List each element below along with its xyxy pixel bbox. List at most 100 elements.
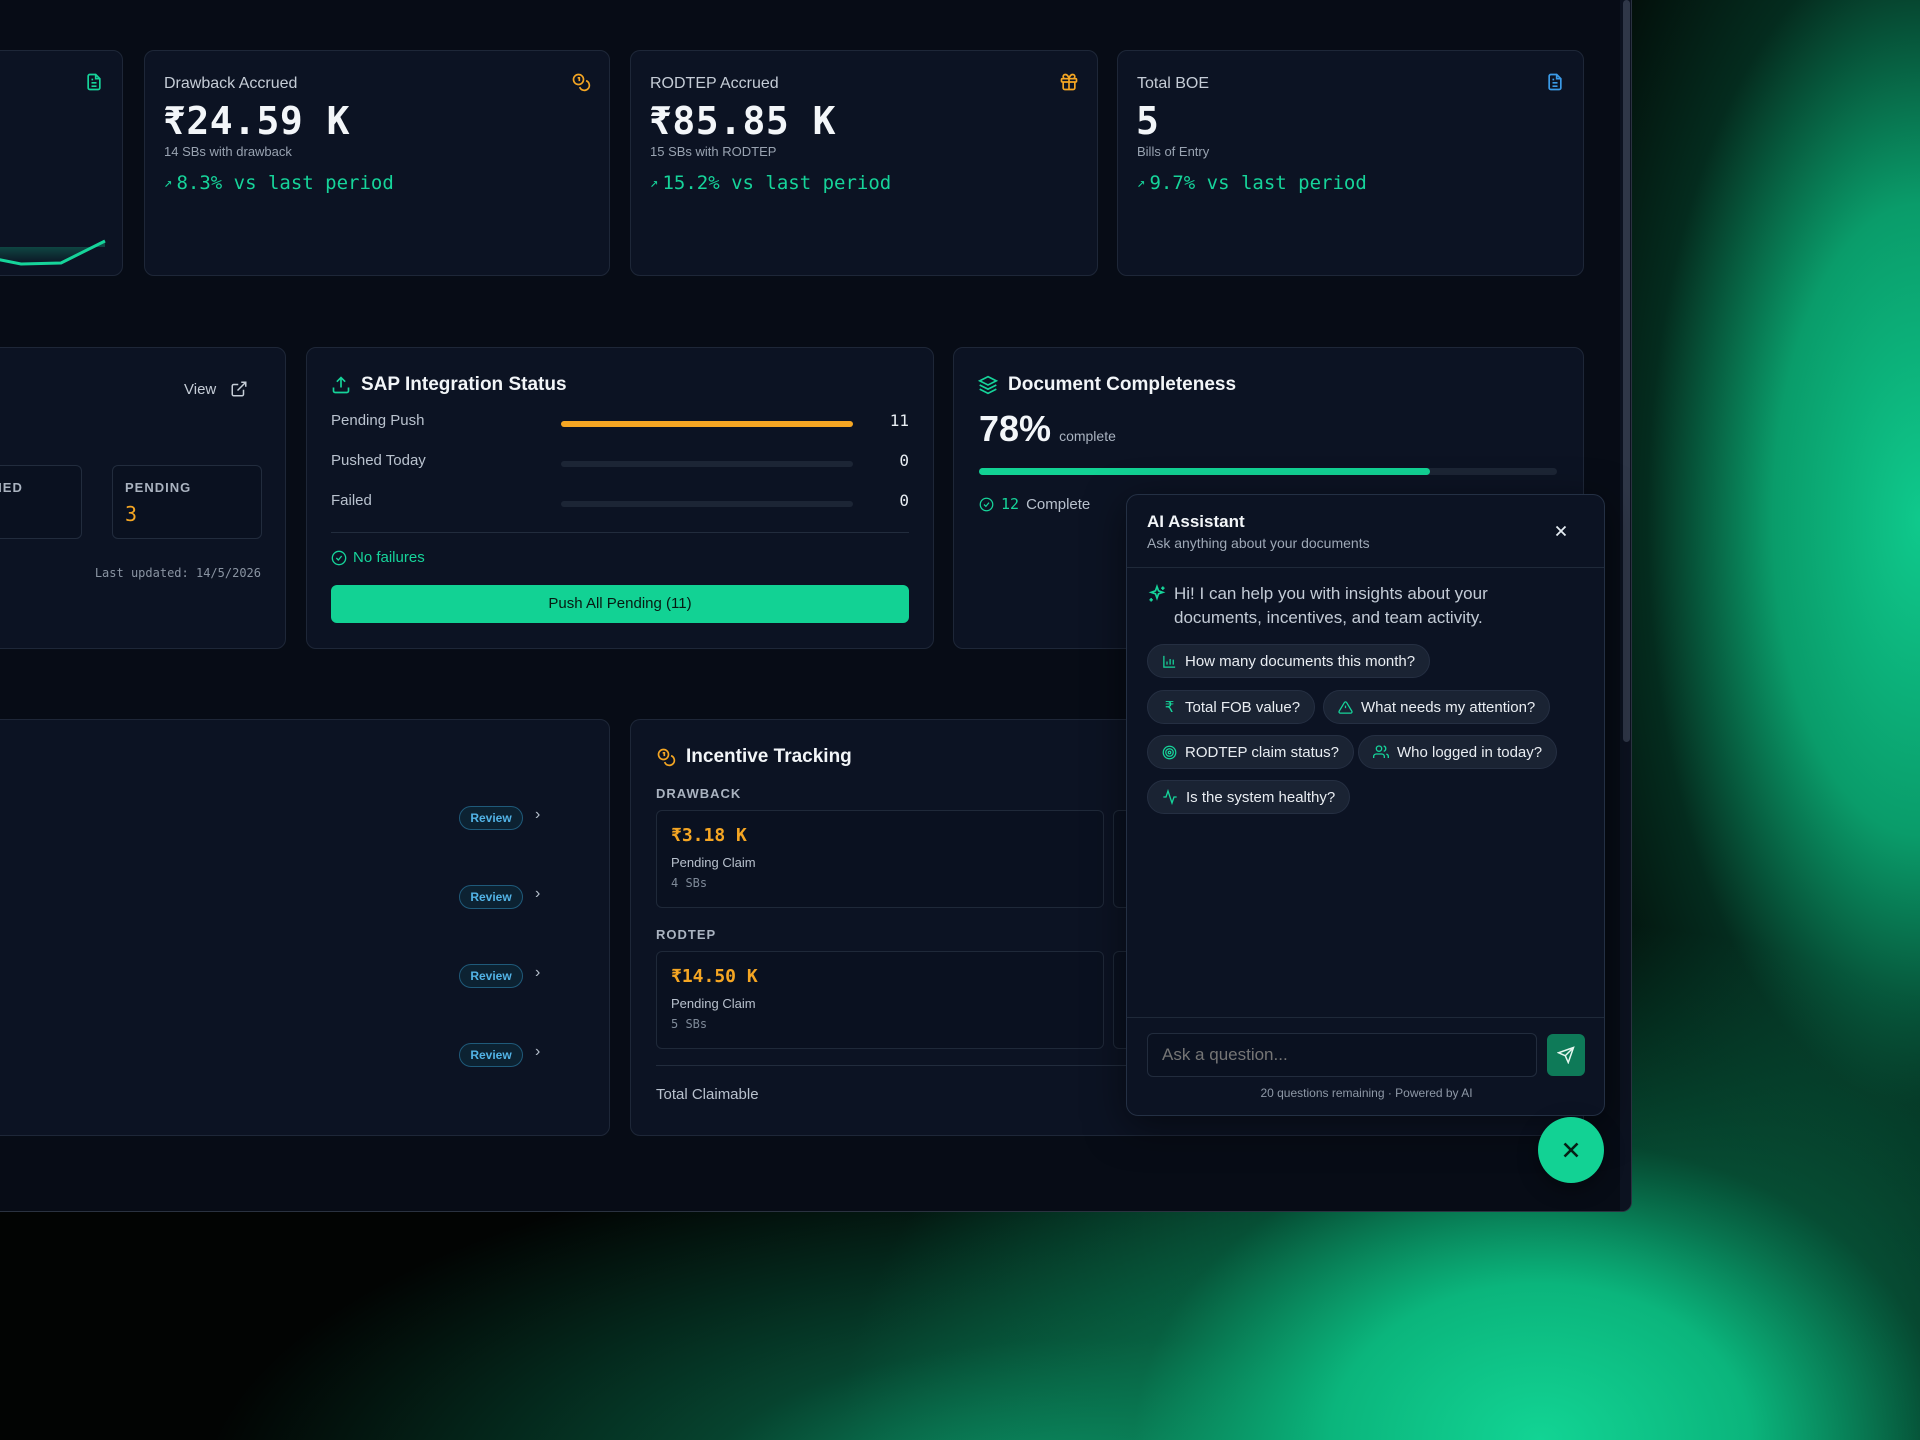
bar-chart-icon (1163, 655, 1176, 668)
close-icon[interactable] (1552, 522, 1570, 540)
stat-label: Total BOE (1137, 75, 1210, 92)
stat-trend: ↗ 15.2% vs last period (650, 172, 891, 194)
review-button[interactable]: Review (459, 964, 523, 988)
review-button[interactable]: Review (459, 1043, 523, 1067)
coins-icon (657, 748, 676, 767)
push-all-button[interactable]: Push All Pending (11) (331, 585, 909, 623)
divider (1127, 567, 1604, 568)
chip-text: RODTEP claim status? (1185, 743, 1339, 761)
chevron-right-icon[interactable]: › (535, 1043, 540, 1061)
sap-row: Pending Push 11 (331, 410, 909, 434)
stat-card-rodtep: RODTEP Accrued ₹85.85 K 15 SBs with RODT… (630, 50, 1098, 276)
chevron-right-icon[interactable]: › (535, 964, 540, 982)
completeness-fill (979, 468, 1430, 475)
suggestion-chip[interactable]: ₹ Total FOB value? (1147, 690, 1316, 724)
layers-icon (978, 375, 998, 395)
file-icon (1548, 73, 1562, 91)
review-button[interactable]: Review (459, 885, 523, 909)
sparkles-icon (1148, 584, 1166, 602)
chip-text: How many documents this month? (1185, 652, 1416, 670)
suggestion-chip[interactable]: Is the system healthy? (1147, 780, 1351, 814)
completeness-title: Document Completeness (1008, 374, 1237, 395)
row-value: 0 (899, 451, 909, 470)
ai-subtitle: Ask anything about your documents (1147, 535, 1370, 551)
target-icon (1162, 745, 1177, 759)
complete-label: Complete (1026, 495, 1091, 513)
completeness-bar (979, 468, 1557, 475)
check-circle-icon (979, 497, 994, 511)
cell-label: CHED (0, 480, 23, 495)
stat-card-partial (0, 50, 123, 276)
trend-text: 15.2% vs last period (662, 172, 892, 194)
upload-icon (332, 376, 350, 394)
incentive-title: Incentive Tracking (686, 746, 852, 767)
view-link[interactable]: View (184, 380, 248, 398)
percent-label: complete (1059, 428, 1116, 444)
sparkline-chart (0, 239, 106, 266)
rodtep-label: RODTEP (656, 927, 717, 942)
rodtep-box: ₹14.50 K Pending Claim 5 SBs (656, 951, 1104, 1049)
row-value: 0 (899, 491, 909, 510)
users-icon (1373, 745, 1389, 758)
pending-count: 3 (125, 502, 138, 526)
app-window: Drawback Accrued ₹24.59 K 14 SBs with dr… (0, 0, 1632, 1212)
trend-up-icon: ↗ (164, 175, 173, 191)
activity-icon (1163, 789, 1177, 805)
drawback-amount: ₹3.18 K (671, 825, 747, 846)
total-claimable-label: Total Claimable (656, 1086, 759, 1103)
suggestion-chip[interactable]: What needs my attention? (1323, 690, 1551, 724)
suggestion-chip[interactable]: RODTEP claim status? (1147, 735, 1354, 769)
check-circle-icon (331, 550, 347, 565)
sap-title: SAP Integration Status (361, 374, 567, 395)
stat-label: RODTEP Accrued (650, 75, 779, 92)
file-icon (87, 73, 101, 91)
rupee-icon: ₹ (1164, 699, 1175, 716)
trend-up-icon: ↗ (650, 175, 659, 191)
chip-text: Is the system healthy? (1186, 788, 1336, 806)
stat-value: ₹24.59 K (163, 99, 351, 143)
stat-sub: 14 SBs with drawback (164, 144, 292, 159)
progress-fill (561, 421, 853, 427)
suggestion-chip[interactable]: How many documents this month? (1147, 644, 1431, 678)
panel-title: SAP Integration Status (331, 374, 567, 396)
question-input[interactable] (1147, 1033, 1537, 1077)
stat-sub: Bills of Entry (1137, 144, 1210, 159)
last-updated: Last updated: 14/5/2026 (94, 566, 261, 580)
scrollbar-thumb[interactable] (1623, 0, 1630, 742)
row-label: Pending Push (331, 412, 425, 429)
close-icon (1563, 1142, 1579, 1158)
chevron-right-icon[interactable]: › (535, 885, 540, 903)
drawback-label: DRAWBACK (656, 786, 742, 801)
chevron-right-icon[interactable]: › (535, 806, 540, 824)
review-list-panel: Review › Review › Review › Review › (0, 719, 610, 1136)
rodtep-status: Pending Claim (671, 996, 756, 1011)
status-text: No failures (353, 549, 425, 566)
trend-text: 8.3% vs last period (176, 172, 394, 194)
close-assistant-button[interactable] (1538, 1117, 1604, 1183)
stat-card-boe: Total BOE 5 Bills of Entry ↗ 9.7% vs last… (1117, 50, 1584, 276)
rodtep-count: 5 SBs (671, 1017, 708, 1031)
sap-row: Failed 0 (331, 490, 909, 514)
cell-label: PENDING (125, 480, 192, 495)
send-button[interactable] (1547, 1034, 1585, 1076)
alert-triangle-icon (1338, 700, 1353, 714)
drawback-count: 4 SBs (671, 876, 708, 890)
row-label: Pushed Today (331, 452, 426, 469)
ai-assistant-panel: AI Assistant Ask anything about your doc… (1126, 494, 1605, 1116)
chip-text: Who logged in today? (1397, 743, 1543, 761)
sap-row: Pushed Today 0 (331, 450, 909, 474)
trend-up-icon: ↗ (1137, 175, 1146, 191)
completeness-percent: 78% complete (979, 408, 1116, 450)
progress-bar (561, 501, 853, 507)
panel-title: Document Completeness (978, 374, 1236, 396)
send-icon (1557, 1046, 1575, 1064)
suggestion-chip[interactable]: Who logged in today? (1358, 735, 1558, 769)
review-button[interactable]: Review (459, 806, 523, 830)
external-link-icon (231, 381, 247, 397)
stat-sub: 15 SBs with RODTEP (650, 144, 777, 159)
divider (331, 532, 909, 533)
trend-text: 9.7% vs last period (1149, 172, 1367, 194)
drawback-status: Pending Claim (671, 855, 756, 870)
ai-greeting: Hi! I can help you with insights about y… (1174, 584, 1488, 627)
coins-icon (572, 73, 591, 92)
